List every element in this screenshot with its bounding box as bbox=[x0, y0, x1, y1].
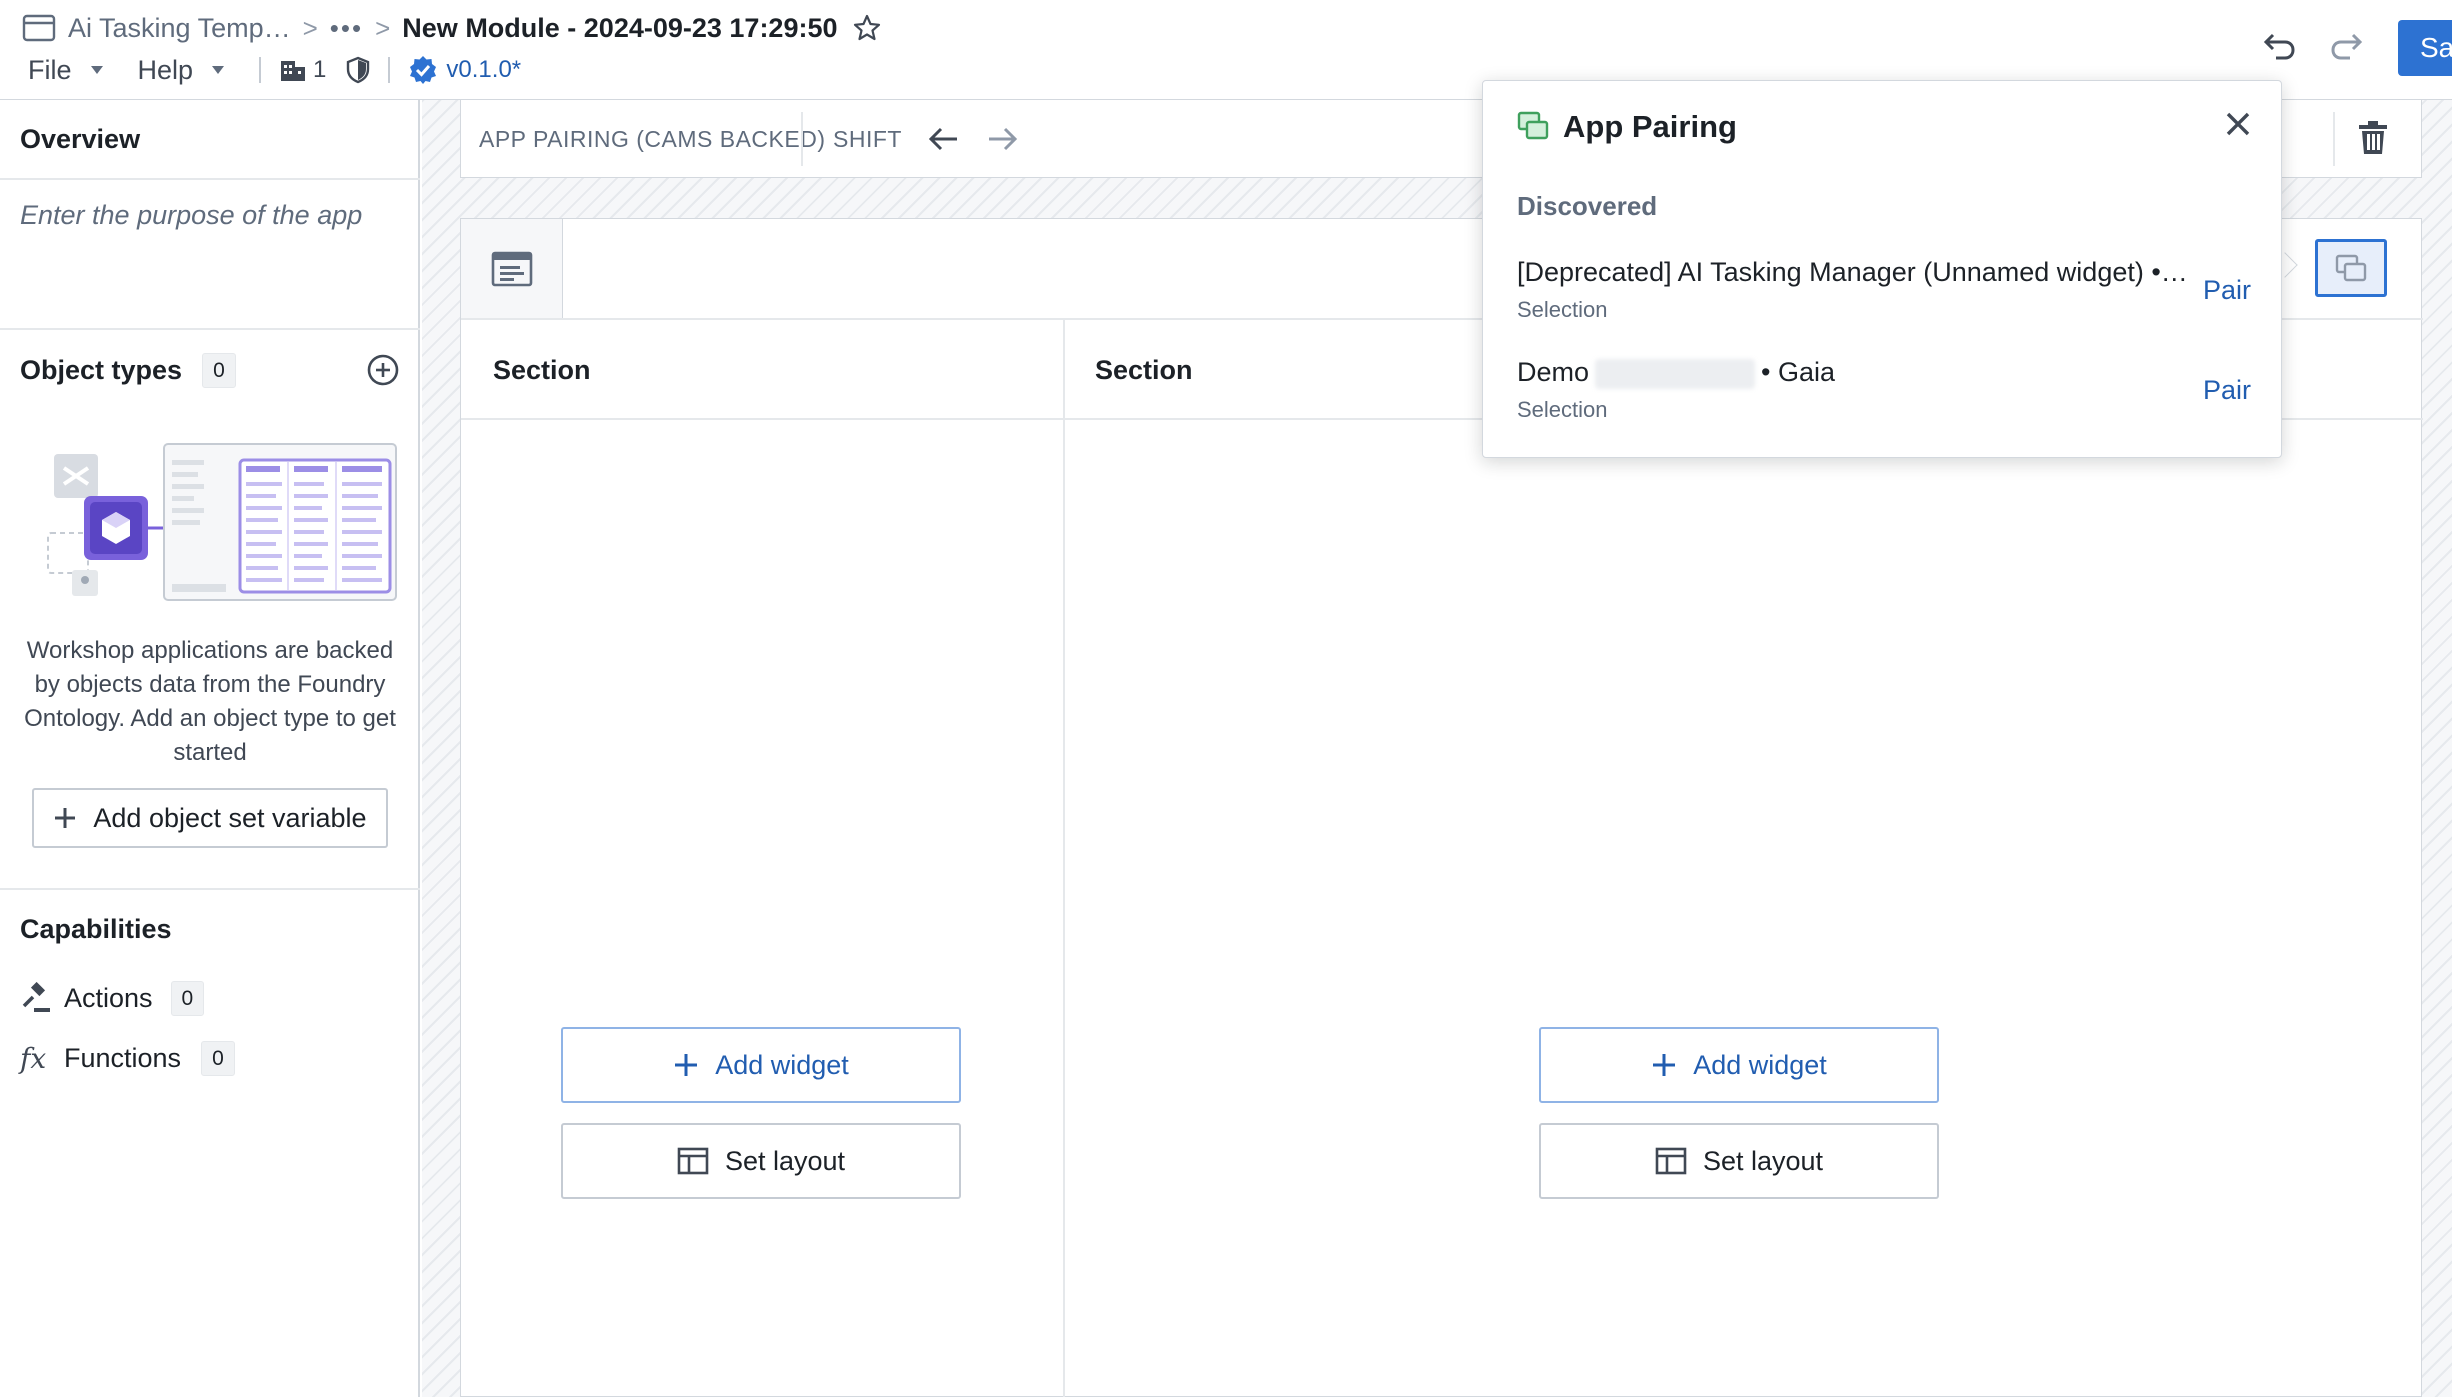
file-menu-label: File bbox=[28, 54, 72, 85]
plus-icon bbox=[1653, 1054, 1676, 1076]
pair-button[interactable]: Pair bbox=[2203, 275, 2251, 306]
object-types-illustration bbox=[47, 443, 397, 601]
toolbar-divider bbox=[2333, 112, 2335, 166]
layout-icon bbox=[1655, 1147, 1687, 1175]
star-icon[interactable] bbox=[852, 13, 882, 43]
caret-down-icon bbox=[90, 66, 103, 74]
menu-divider bbox=[388, 57, 391, 83]
capabilities-title: Capabilities bbox=[20, 914, 172, 944]
save-button[interactable]: Sa bbox=[2398, 20, 2452, 76]
module-title[interactable]: New Module - 2024-09-23 17:29:50 bbox=[402, 13, 837, 44]
gavel-icon bbox=[22, 982, 50, 1012]
actions-label: Actions bbox=[64, 982, 153, 1013]
layout-icon bbox=[677, 1147, 709, 1175]
arrow-right-icon[interactable] bbox=[985, 124, 1019, 154]
overview-description-input[interactable]: Enter the purpose of the app bbox=[20, 200, 362, 231]
breadcrumb-separator: > bbox=[375, 12, 391, 43]
left-sidebar: Overview Enter the purpose of the app Ob… bbox=[0, 100, 420, 1397]
app-pairing-popover: App Pairing Discovered [Deprecated] AI T… bbox=[1482, 80, 2282, 458]
set-layout-label: Set layout bbox=[724, 1145, 846, 1176]
capability-actions[interactable]: Actions 0 bbox=[20, 978, 205, 1018]
add-object-set-label: Add object set variable bbox=[93, 802, 367, 833]
popover-title: App Pairing bbox=[1563, 109, 1737, 144]
version-badge[interactable]: v0.1.0* bbox=[446, 56, 521, 84]
pairing-icon bbox=[2335, 254, 2367, 282]
section-title[interactable]: Section bbox=[1095, 355, 1193, 386]
divider bbox=[0, 178, 420, 180]
building-icon[interactable] bbox=[279, 57, 307, 83]
divider bbox=[0, 888, 420, 890]
file-menu[interactable]: File bbox=[28, 55, 104, 86]
plus-icon bbox=[55, 808, 76, 828]
add-widget-label: Add widget bbox=[715, 1049, 849, 1080]
menu-bar: File Help 1 v0.1.0* bbox=[28, 52, 521, 88]
overview-title: Overview bbox=[20, 124, 141, 154]
arrow-left-icon[interactable] bbox=[927, 124, 961, 154]
discovered-label: Discovered bbox=[1517, 191, 1658, 221]
object-types-header: Object types 0 bbox=[20, 350, 400, 390]
verified-icon bbox=[410, 56, 437, 84]
pairing-item-name-suffix: • Gaia bbox=[1761, 357, 1836, 387]
menu-divider bbox=[259, 57, 262, 83]
object-types-empty-text: Workshop applications are backed by obje… bbox=[24, 637, 396, 766]
header-actions: Sa bbox=[2258, 20, 2452, 76]
redo-icon[interactable] bbox=[2328, 28, 2368, 68]
add-widget-label: Add widget bbox=[1693, 1049, 1827, 1080]
breadcrumb-app-link[interactable]: Ai Tasking Temp… bbox=[68, 13, 291, 44]
caret-down-icon bbox=[212, 66, 225, 74]
redacted-text bbox=[1595, 358, 1756, 389]
pairing-item-name: Demo • Gaia bbox=[1517, 357, 1835, 389]
breadcrumb-more-button[interactable]: ••• bbox=[330, 13, 363, 44]
set-layout-label: Set layout bbox=[1702, 1145, 1824, 1176]
toolbar-divider bbox=[801, 112, 803, 166]
app-icon bbox=[22, 14, 56, 42]
object-types-count: 0 bbox=[202, 352, 236, 388]
functions-label: Functions bbox=[64, 1042, 182, 1073]
close-icon[interactable] bbox=[2225, 111, 2251, 137]
object-types-title: Object types bbox=[20, 354, 183, 385]
pairing-icon bbox=[1517, 111, 1549, 140]
undo-icon[interactable] bbox=[2258, 28, 2298, 68]
section-title[interactable]: Section bbox=[493, 355, 591, 386]
breadcrumb: Ai Tasking Temp… > ••• > New Module - 20… bbox=[22, 10, 882, 46]
set-layout-button[interactable]: Set layout bbox=[561, 1123, 961, 1199]
page-name-label[interactable]: APP PAIRING (CAMS BACKED) bbox=[479, 126, 826, 153]
shield-icon[interactable] bbox=[346, 56, 370, 84]
capability-functions[interactable]: fx Functions 0 bbox=[20, 1038, 235, 1078]
breadcrumb-separator: > bbox=[302, 12, 318, 43]
pairing-item-type: Selection bbox=[1517, 397, 1608, 422]
pairing-item-name: [Deprecated] AI Tasking Manager (Unnamed… bbox=[1517, 257, 2188, 287]
pairing-item-type: Selection bbox=[1517, 297, 1608, 322]
organization-count: 1 bbox=[313, 56, 327, 83]
actions-count: 0 bbox=[170, 980, 205, 1016]
set-layout-button[interactable]: Set layout bbox=[1539, 1123, 1939, 1199]
function-icon: fx bbox=[20, 1041, 47, 1075]
add-circle-icon[interactable] bbox=[366, 353, 400, 387]
plus-icon bbox=[675, 1054, 698, 1076]
app-pairing-button[interactable] bbox=[2315, 239, 2387, 297]
header-widget-icon bbox=[491, 251, 532, 286]
help-menu-label: Help bbox=[137, 54, 194, 85]
shift-label: SHIFT bbox=[833, 126, 902, 152]
header-widget-icon-cell[interactable] bbox=[461, 219, 563, 318]
add-widget-button[interactable]: Add widget bbox=[561, 1027, 961, 1103]
add-object-set-button[interactable]: Add object set variable bbox=[32, 788, 388, 848]
functions-count: 0 bbox=[201, 1040, 235, 1076]
trash-icon[interactable] bbox=[2357, 120, 2389, 156]
pairing-item-name-prefix: Demo bbox=[1517, 357, 1590, 387]
add-widget-button[interactable]: Add widget bbox=[1539, 1027, 1939, 1103]
help-menu[interactable]: Help bbox=[138, 55, 226, 86]
section-column-divider bbox=[1063, 320, 1065, 1397]
pair-button[interactable]: Pair bbox=[2203, 375, 2251, 406]
divider bbox=[0, 328, 420, 330]
